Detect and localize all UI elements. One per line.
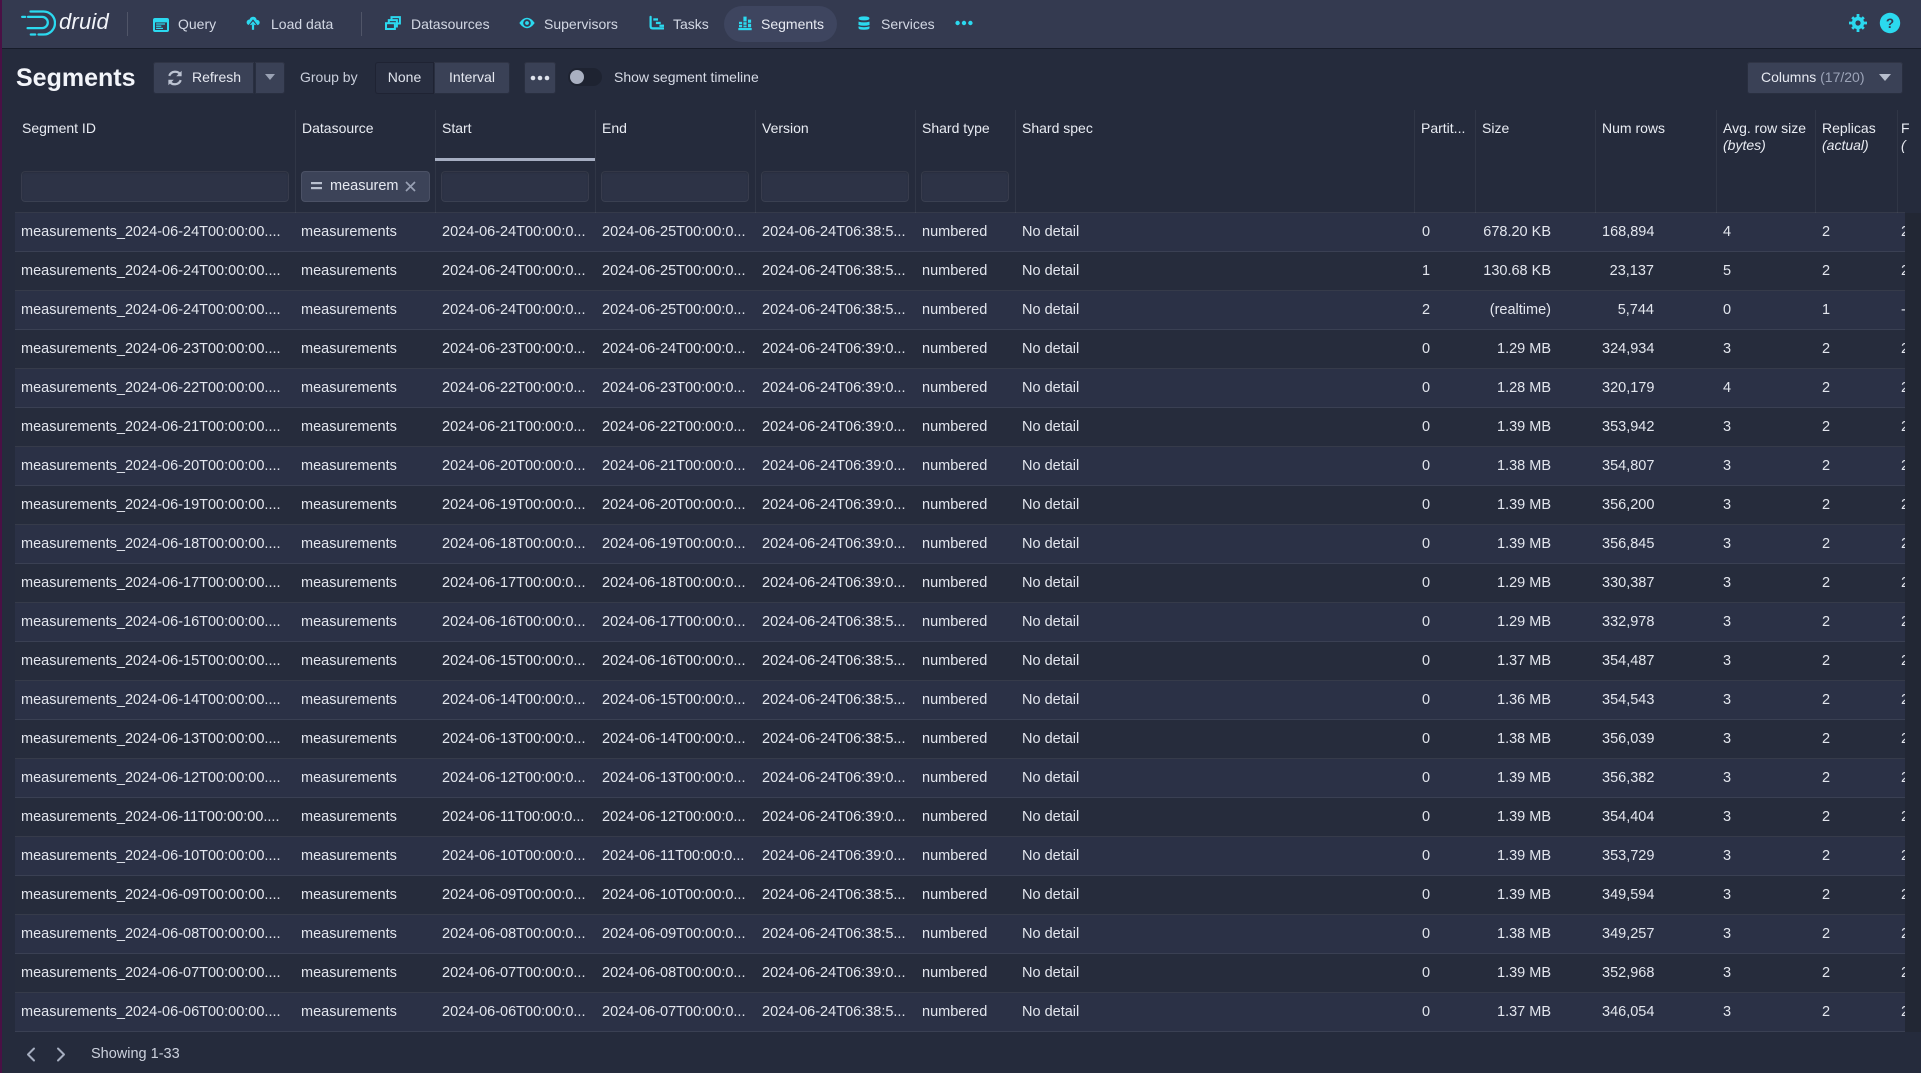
svg-text:?: ?: [1886, 16, 1894, 31]
